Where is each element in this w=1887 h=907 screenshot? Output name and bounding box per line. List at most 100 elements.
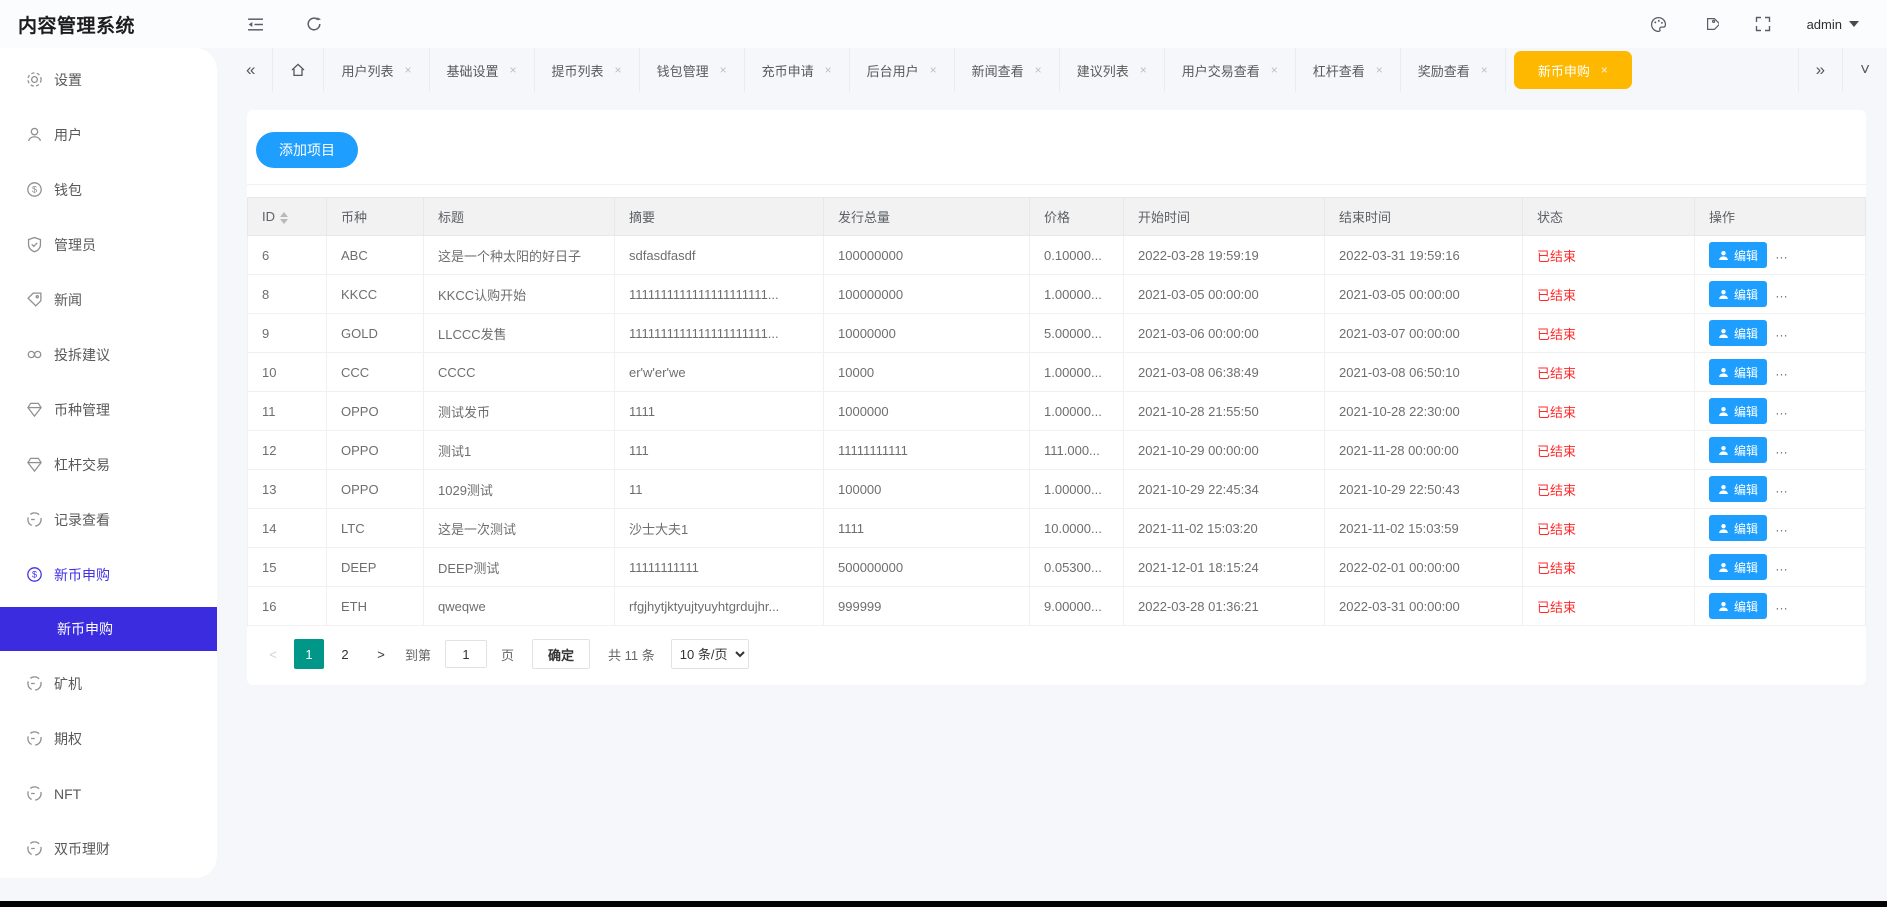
tabs-scroll-right-icon[interactable]: »	[1798, 48, 1842, 92]
top-header: 内容管理系统	[0, 0, 1887, 48]
edit-button[interactable]: 编辑	[1709, 554, 1767, 580]
cell-total: 11111111111	[824, 431, 1030, 470]
tab-新闻查看[interactable]: 新闻查看×	[955, 48, 1060, 92]
actions-cell: 编辑查看订单	[1695, 236, 1866, 275]
page-number-2[interactable]: 2	[330, 639, 360, 669]
tab-后台用户[interactable]: 后台用户×	[850, 48, 955, 92]
tab-close-icon[interactable]: ×	[1035, 63, 1042, 77]
tab-close-icon[interactable]: ×	[1140, 63, 1147, 77]
tab-close-icon[interactable]: ×	[404, 63, 411, 77]
page-next-button[interactable]: >	[366, 639, 396, 669]
cell-end: 2021-03-05 00:00:00	[1325, 275, 1523, 314]
tab-close-icon[interactable]: ×	[1271, 63, 1278, 77]
goto-confirm-button[interactable]: 确定	[532, 639, 590, 669]
sidebar-item-label: 币种管理	[54, 400, 110, 420]
view-order-button-label: 查看订单	[1800, 364, 1848, 381]
edit-button[interactable]: 编辑	[1709, 242, 1767, 268]
edit-button-label: 编辑	[1734, 364, 1758, 381]
tab-close-icon[interactable]: ×	[1481, 63, 1488, 77]
cell-summary: 1111111111111111111111...	[615, 275, 824, 314]
tag-icon[interactable]	[1703, 16, 1719, 32]
column-header-币种: 币种	[327, 198, 424, 236]
sidebar-item-13[interactable]: NFT	[0, 766, 217, 821]
collapse-menu-icon[interactable]	[247, 16, 264, 33]
tab-close-icon[interactable]: ×	[1601, 63, 1608, 77]
sidebar-subitem-10[interactable]: 新币申购	[0, 607, 217, 651]
cell-summary: rfgjhytjktyujtyuyhtgrdujhr...	[615, 587, 824, 626]
cell-title: LLCCC发售	[424, 314, 615, 353]
sidebar-item-8[interactable]: 记录查看	[0, 492, 217, 547]
content: 添加项目 ID币种标题摘要发行总量价格开始时间结束时间状态操作 6ABC这是一个…	[217, 92, 1887, 685]
table-row: 13OPPO1029测试111000001.00000...2021-10-29…	[248, 470, 1866, 509]
edit-button[interactable]: 编辑	[1709, 398, 1767, 424]
tab-close-icon[interactable]: ×	[1376, 63, 1383, 77]
cell-total: 999999	[824, 587, 1030, 626]
user-menu[interactable]: admin	[1807, 17, 1859, 32]
cell-summary: 1111111111111111111111...	[615, 314, 824, 353]
refresh-icon[interactable]	[306, 16, 322, 32]
sidebar-item-11[interactable]: 矿机	[0, 656, 217, 711]
tab-用户列表[interactable]: 用户列表×	[324, 48, 429, 92]
tab-close-icon[interactable]: ×	[720, 63, 727, 77]
view-order-button-label: 查看订单	[1800, 403, 1848, 420]
tab-新币申购[interactable]: 新币申购×	[1514, 51, 1632, 89]
tab-建议列表[interactable]: 建议列表 ×	[1060, 48, 1165, 92]
tab-close-icon[interactable]: ×	[510, 63, 517, 77]
edit-button[interactable]: 编辑	[1709, 476, 1767, 502]
sidebar-item-1[interactable]: 用户	[0, 107, 217, 162]
sidebar-item-2[interactable]: $钱包	[0, 162, 217, 217]
edit-button[interactable]: 编辑	[1709, 515, 1767, 541]
sidebar-item-14[interactable]: 双币理财	[0, 821, 217, 876]
fullscreen-icon[interactable]	[1755, 16, 1771, 32]
edit-button[interactable]: 编辑	[1709, 593, 1767, 619]
add-item-button[interactable]: 添加项目	[256, 132, 358, 168]
sidebar-item-label: 杠杆交易	[54, 455, 110, 475]
page-number-1[interactable]: 1	[294, 639, 324, 669]
tab-label: 建议列表	[1077, 61, 1129, 80]
edit-button-label: 编辑	[1734, 559, 1758, 576]
cell-end: 2021-11-02 15:03:59	[1325, 509, 1523, 548]
tab-基础设置[interactable]: 基础设置×	[430, 48, 535, 92]
sidebar-item-5[interactable]: 投拆建议	[0, 327, 217, 382]
tabs-overflow-icon[interactable]: ˅	[1842, 48, 1887, 92]
page-prev-button[interactable]: <	[258, 639, 288, 669]
edit-button[interactable]: 编辑	[1709, 437, 1767, 463]
sidebar-item-7[interactable]: 杠杆交易	[0, 437, 217, 492]
cell-coin: OPPO	[327, 470, 424, 509]
cell-summary: 111	[615, 431, 824, 470]
tab-close-icon[interactable]: ×	[615, 63, 622, 77]
person-icon	[1718, 484, 1729, 495]
sort-icon[interactable]	[280, 212, 288, 224]
tab-杠杆查看[interactable]: 杠杆查看×	[1296, 48, 1401, 92]
cell-summary: 11111111111	[615, 548, 824, 587]
sidebar-item-6[interactable]: 币种管理	[0, 382, 217, 437]
column-header-label: 操作	[1709, 210, 1735, 225]
tab-奖励查看[interactable]: 奖励查看×	[1401, 48, 1506, 92]
tab-充币申请[interactable]: 充币申请×	[745, 48, 850, 92]
home-tab-icon[interactable]	[273, 48, 324, 92]
sidebar-item-12[interactable]: 期权	[0, 711, 217, 766]
tab-close-icon[interactable]: ×	[930, 63, 937, 77]
sidebar-item-3[interactable]: 管理员	[0, 217, 217, 272]
sidebar-item-9[interactable]: $新币申购	[0, 547, 217, 602]
edit-button[interactable]: 编辑	[1709, 359, 1767, 385]
edit-button[interactable]: 编辑	[1709, 281, 1767, 307]
column-header-操作: 操作	[1695, 198, 1866, 236]
sidebar-item-0[interactable]: 设置	[0, 52, 217, 107]
palette-icon[interactable]	[1650, 16, 1667, 33]
goto-page-input[interactable]	[445, 640, 487, 668]
cell-id: 14	[248, 509, 327, 548]
tab-钱包管理[interactable]: 钱包管理×	[640, 48, 745, 92]
tab-用户交易查看[interactable]: 用户交易查看×	[1165, 48, 1296, 92]
sidebar-item-label: 双币理财	[54, 839, 110, 859]
history-icon	[26, 730, 44, 748]
tab-close-icon[interactable]: ×	[825, 63, 832, 77]
tab-提币列表[interactable]: 提币列表×	[535, 48, 640, 92]
column-header-label: 价格	[1044, 210, 1070, 225]
column-header-ID[interactable]: ID	[248, 198, 327, 236]
page-size-select[interactable]: 10 条/页	[671, 639, 749, 669]
tabs-scroll-left-icon[interactable]: «	[229, 48, 273, 92]
sidebar-item-4[interactable]: 新闻	[0, 272, 217, 327]
edit-button[interactable]: 编辑	[1709, 320, 1767, 346]
cell-id: 10	[248, 353, 327, 392]
